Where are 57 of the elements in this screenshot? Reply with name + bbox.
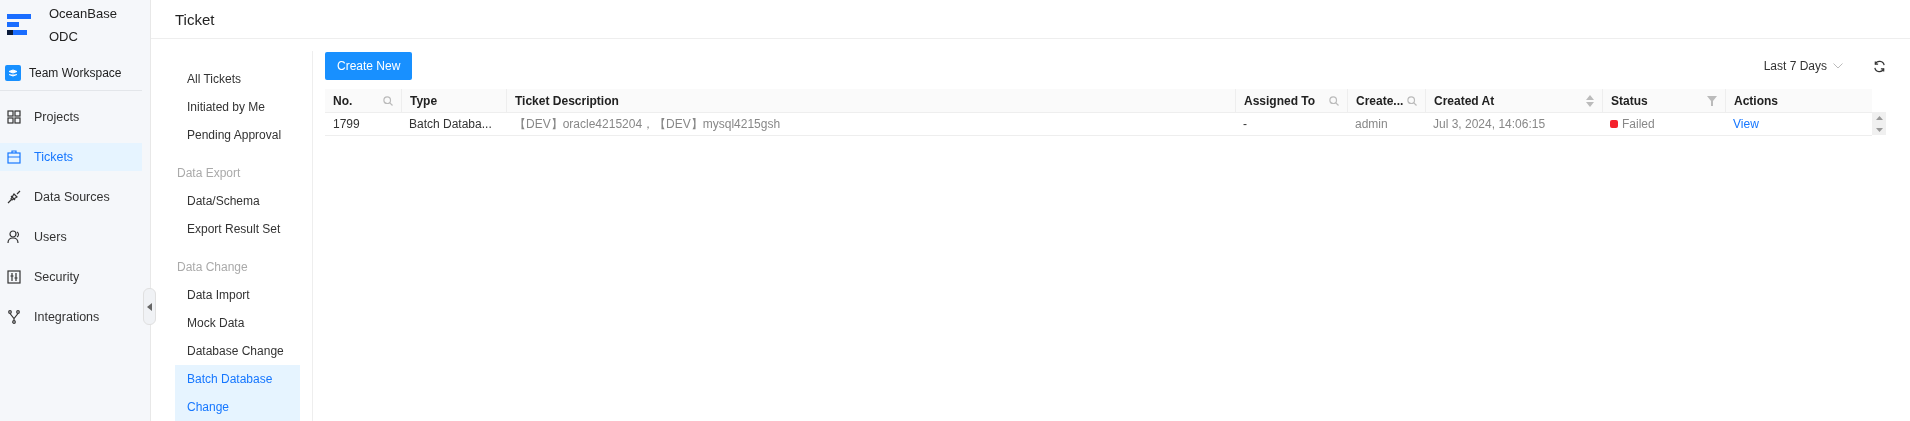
nav-item[interactable]: Data Sources [0, 183, 142, 211]
table-cell: Jul 3, 2024, 14:06:15 [1425, 113, 1602, 136]
column-header: Status [1602, 89, 1725, 113]
briefcase-icon [7, 150, 21, 164]
column-header: Ticket Description [506, 89, 1235, 113]
table-cell: 1799 [325, 113, 401, 136]
column-header: Create... [1347, 89, 1425, 113]
nav-item[interactable]: Users [0, 223, 142, 251]
view-link[interactable]: View [1733, 117, 1759, 131]
search-icon[interactable] [383, 95, 393, 106]
submenu-item[interactable]: Export Result Set [175, 215, 300, 243]
collapse-handle[interactable] [143, 288, 156, 325]
scrollbar[interactable] [1872, 112, 1886, 135]
plug-icon [7, 190, 21, 204]
nav-item[interactable]: Tickets [0, 143, 142, 171]
brand-name: OceanBase [49, 6, 117, 21]
users-icon [7, 230, 21, 244]
menu-group-label: Data Change [176, 259, 249, 276]
sort-icon[interactable] [1586, 94, 1594, 107]
page-title: Ticket [175, 10, 215, 28]
column-header: Created At [1425, 89, 1602, 113]
fork-icon [7, 310, 21, 324]
submenu-item[interactable]: Pending Approval [175, 121, 300, 149]
logo-icon [7, 13, 31, 37]
column-header: No. [325, 89, 401, 113]
search-icon[interactable] [1407, 95, 1417, 106]
column-header: Actions [1725, 89, 1872, 113]
table-cell: Batch Databa... [401, 113, 506, 136]
layers-icon [5, 65, 21, 81]
caret-icon [147, 302, 152, 311]
sliders-icon [7, 270, 21, 284]
nav-item[interactable]: Security [0, 263, 142, 291]
filter-icon[interactable] [1707, 95, 1717, 106]
submenu-item[interactable]: Data/Schema [175, 187, 300, 215]
submenu-item[interactable]: Database Change [175, 337, 300, 365]
table-cell: 【DEV】oracle4215204，【DEV】mysql4215gsh [506, 113, 1235, 136]
submenu-item[interactable]: Initiated by Me [175, 93, 300, 121]
nav-item[interactable]: Integrations [0, 303, 142, 331]
table-cell: - [1235, 113, 1347, 136]
product-name: ODC [49, 29, 79, 44]
column-header: Assigned To [1235, 89, 1347, 113]
search-icon[interactable] [1329, 95, 1339, 106]
table-cell: admin [1347, 113, 1425, 136]
status-text: Failed [1622, 116, 1655, 133]
submenu-item[interactable]: All Tickets [175, 65, 300, 93]
grid-icon [7, 110, 21, 124]
date-range-select[interactable]: Last 7 Days [1763, 59, 1843, 73]
chevron-icon [1833, 63, 1843, 69]
submenu-item[interactable]: Data Import [175, 281, 300, 309]
submenu-item[interactable]: Mock Data [175, 309, 300, 337]
workspace-switcher[interactable]: Team Workspace [0, 56, 142, 91]
nav-item[interactable]: Projects [0, 103, 142, 131]
scroll-arrows-icon [1875, 113, 1883, 134]
refresh-icon[interactable] [1873, 59, 1886, 73]
submenu-item[interactable]: Batch Database Change [175, 365, 300, 421]
menu-group-label: Data Export [176, 165, 242, 182]
column-header: Type [401, 89, 506, 113]
